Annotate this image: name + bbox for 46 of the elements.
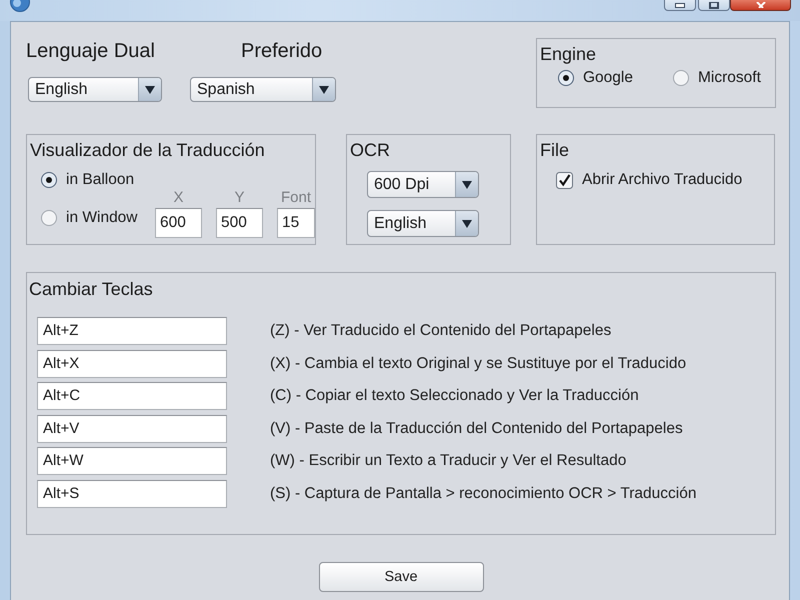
minimize-icon	[675, 2, 685, 8]
maximize-icon	[709, 2, 719, 8]
caret-icon	[138, 78, 161, 101]
open-file-checkbox[interactable]: Abrir Archivo Traducido	[556, 171, 742, 189]
panel-title: Engine	[539, 43, 596, 64]
field-label: Font	[280, 189, 311, 206]
hotkey-description: (X) - Cambia el texto Original y se Sustituye por el Traducido	[270, 354, 688, 373]
dual-language-label: Lenguaje Dual	[26, 40, 156, 63]
engine-option[interactable]: Google	[558, 69, 673, 87]
hotkey-description: (W) - Escribir un Texto a Traducir y Ver el Resultado	[270, 452, 628, 470]
hotkey-description: (C) - Copiar el texto Seleccionado y Ver la Traducción	[270, 387, 640, 406]
caret-icon	[312, 78, 335, 101]
display-mode-option[interactable]: in Window	[41, 209, 155, 227]
dual-language-dropdown[interactable]: English	[28, 77, 162, 102]
hotkey-field[interactable]: Alt+Z	[37, 317, 227, 345]
hotkey-description: (V) - Paste de la Traducción del Contenido del Portapapeles	[270, 420, 684, 438]
display-mode-option[interactable]: in Balloon	[41, 171, 155, 189]
caret-icon	[455, 211, 478, 236]
minimize-button[interactable]	[664, 0, 696, 11]
engine-option[interactable]: Microsoft	[673, 69, 788, 87]
close-button[interactable]	[730, 0, 791, 11]
panel-title: Visualizador de la Traducción	[29, 139, 265, 160]
field-label: Y	[234, 189, 244, 206]
hotkey-field[interactable]: Alt+C	[37, 382, 227, 410]
hotkey-field[interactable]: Alt+S	[37, 480, 227, 508]
preferred-language-dropdown[interactable]: Spanish	[190, 77, 336, 102]
field-label: X	[173, 189, 184, 206]
preferred-language-label: Preferido	[240, 40, 324, 63]
caret-icon	[455, 172, 478, 197]
number-field[interactable]: 500	[216, 208, 263, 238]
hotkey-description: (S) - Captura de Pantalla > reconocimiento OCR > Traducción	[270, 484, 696, 503]
number-field[interactable]: 600	[155, 208, 202, 238]
panel-title: OCR	[349, 139, 390, 160]
hotkey-description: (Z) - Ver Traducido el Contenido del Portapapeles	[270, 322, 612, 340]
hotkey-field[interactable]: Alt+X	[37, 350, 227, 378]
save-button[interactable]: Save	[318, 562, 484, 592]
close-icon	[756, 2, 766, 8]
panel-title: File	[539, 139, 570, 160]
maximize-button[interactable]	[698, 0, 730, 11]
panel-title: Cambiar Teclas	[28, 278, 153, 299]
number-field[interactable]: 15	[277, 208, 315, 238]
ocr-language-dropdown[interactable]: English	[367, 210, 479, 237]
hotkey-field[interactable]: Alt+V	[37, 414, 227, 443]
hotkey-field[interactable]: Alt+W	[37, 447, 227, 476]
resolution-dropdown[interactable]: 600 Dpi	[367, 171, 479, 198]
app-icon	[10, 0, 30, 12]
